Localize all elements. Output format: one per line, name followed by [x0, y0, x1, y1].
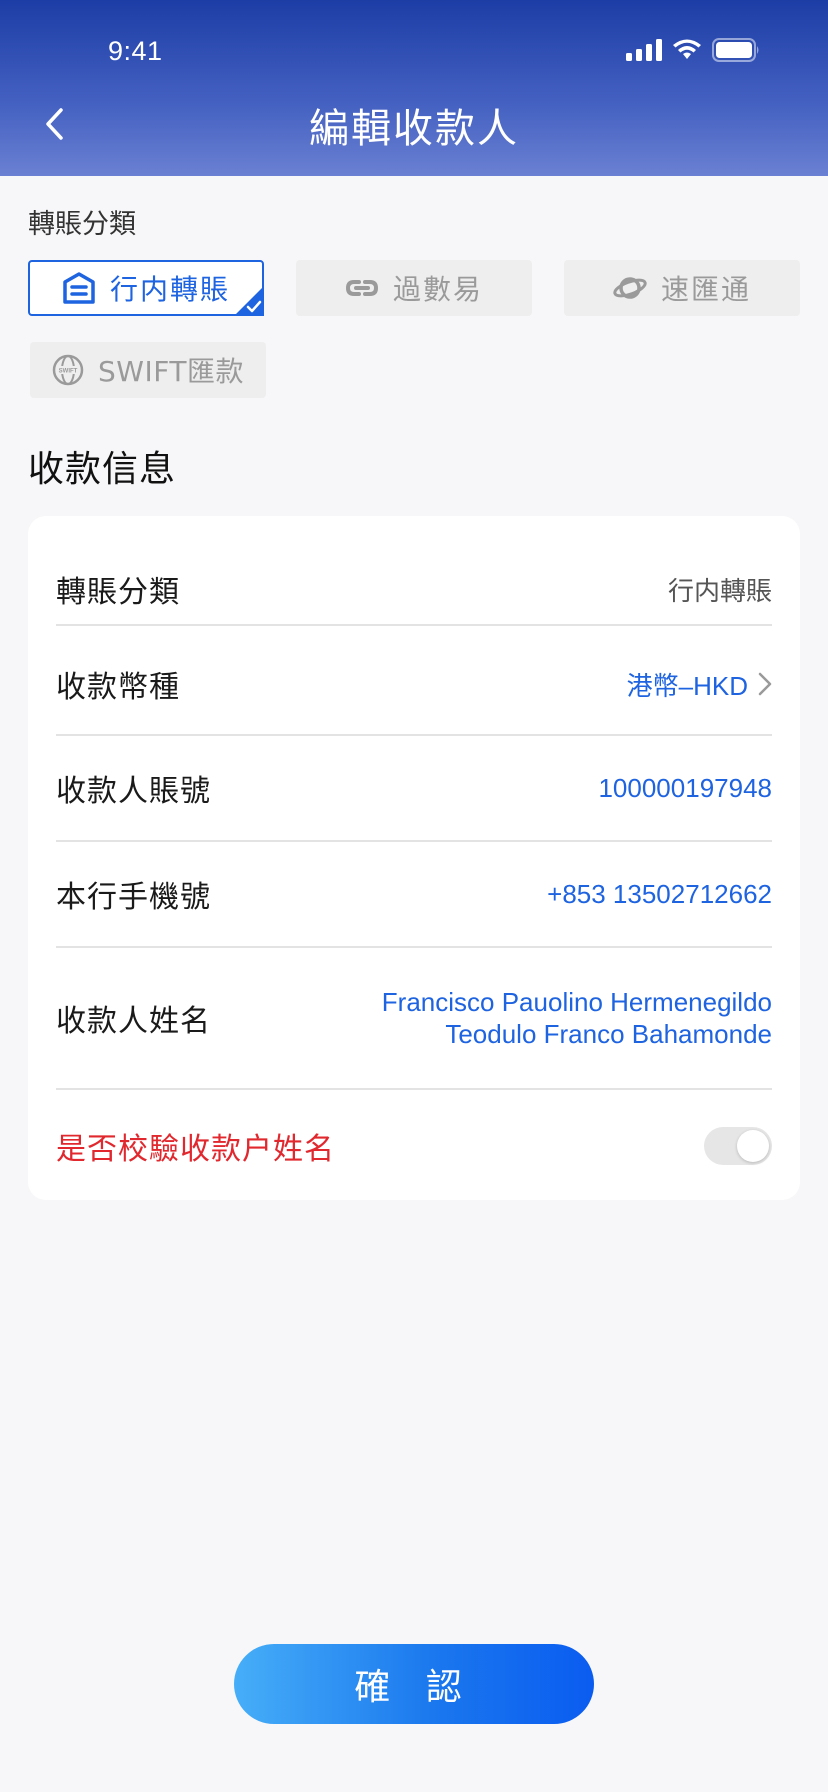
- row-transfer-category: 轉賬分類 行内轉賬: [56, 554, 772, 624]
- svg-text:SWIFT: SWIFT: [59, 369, 78, 375]
- row-key: 轉賬分類: [56, 575, 180, 610]
- row-key: 收款幣種: [56, 670, 180, 705]
- battery-icon: [712, 38, 759, 62]
- category-option-label: SWIFT匯款: [98, 355, 244, 388]
- row-verify-name: 是否校驗收款户姓名: [56, 1092, 772, 1200]
- verify-name-toggle[interactable]: [704, 1127, 772, 1165]
- category-option-express[interactable]: 速匯通: [564, 260, 800, 316]
- divider: [56, 1088, 772, 1090]
- row-currency[interactable]: 收款幣種 港幣–HKD: [56, 634, 772, 734]
- divider: [56, 624, 772, 626]
- transfer-category-label: 轉賬分類: [28, 209, 136, 240]
- payee-name-value: Francisco Pauolino Hermenegildo Teodulo …: [382, 986, 772, 1050]
- status-icons: [626, 38, 760, 62]
- row-value: 100000197948: [598, 772, 772, 803]
- globe-swift-icon: SWIFT: [52, 354, 84, 386]
- payee-name-line2: Teodulo Franco Bahamonde: [445, 1019, 772, 1049]
- status-time: 9:41: [108, 36, 163, 66]
- row-value: 港幣–HKD: [626, 670, 748, 701]
- row-mobile-number: 本行手機號 +853 13502712662: [56, 844, 772, 944]
- chevron-right-icon: [758, 672, 772, 696]
- row-account-number: 收款人賬號 100000197948: [56, 738, 772, 838]
- divider: [56, 946, 772, 948]
- category-option-internal[interactable]: 行内轉賬: [28, 260, 264, 316]
- payee-name-line1: Francisco Pauolino Hermenegildo: [381, 987, 772, 1017]
- page-title: 編輯收款人: [309, 106, 519, 152]
- header-bar: 9:41 編輯收款人: [0, 0, 828, 176]
- row-key: 是否校驗收款户姓名: [56, 1132, 335, 1167]
- check-corner-icon: [234, 286, 264, 316]
- category-option-fps[interactable]: 過數易: [296, 260, 532, 316]
- row-value: +853 13502712662: [547, 878, 772, 909]
- confirm-button[interactable]: 確 認: [234, 1644, 594, 1724]
- category-option-label: 速匯通: [660, 273, 751, 306]
- category-option-swift[interactable]: SWIFT SWIFT匯款: [30, 342, 266, 398]
- row-key: 收款人賬號: [56, 774, 211, 809]
- row-payee-name: 收款人姓名 Francisco Pauolino Hermenegildo Te…: [56, 950, 772, 1086]
- row-value: 行内轉賬: [667, 576, 772, 607]
- divider: [56, 734, 772, 736]
- signal-icon: [626, 39, 662, 61]
- planet-icon: [613, 277, 647, 299]
- link-icon: [345, 280, 378, 296]
- row-key: 本行手機號: [56, 880, 211, 915]
- payee-info-title: 收款信息: [28, 449, 177, 490]
- row-key: 收款人姓名: [56, 1004, 211, 1039]
- divider: [56, 840, 772, 842]
- payee-info-card: 轉賬分類 行内轉賬 收款幣種 港幣–HKD 收款人賬號 100000197948…: [28, 516, 800, 1200]
- category-option-label: 過數易: [392, 273, 483, 306]
- toggle-knob: [737, 1130, 769, 1162]
- bank-icon: [63, 272, 95, 304]
- currency-selector[interactable]: 港幣–HKD: [627, 666, 772, 703]
- category-option-label: 行内轉賬: [109, 273, 230, 306]
- wifi-icon: [673, 39, 701, 59]
